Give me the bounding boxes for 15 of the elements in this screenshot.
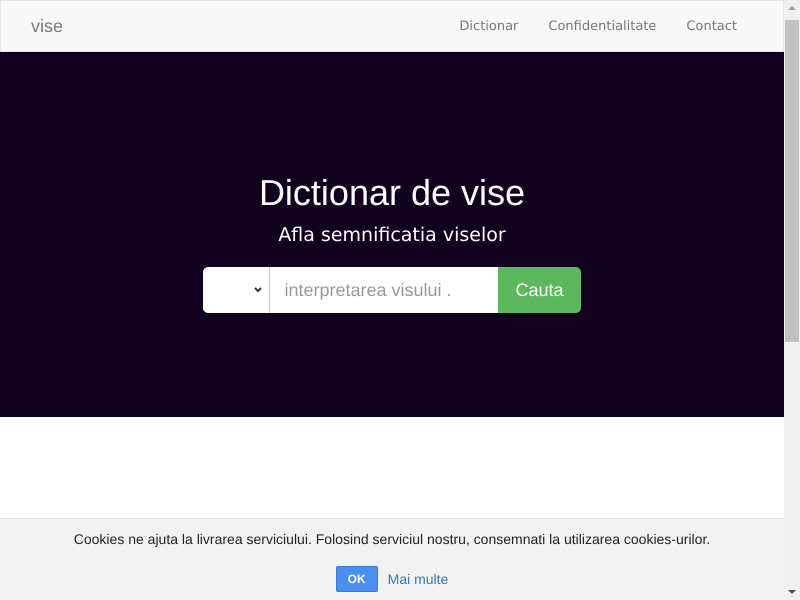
search-field[interactable]: interpretarea visului . <box>270 267 498 313</box>
more-link[interactable]: Mai multe <box>388 571 448 587</box>
nav-link[interactable]: Dictionar <box>459 18 518 34</box>
category-dropdown[interactable] <box>203 267 270 313</box>
nav-link[interactable]: Confidentialitate <box>548 18 656 34</box>
brand-link[interactable]: vise <box>31 16 64 36</box>
hero-subtitle: Afla semnificatia viselor <box>278 224 506 246</box>
cookie-message: Cookies ne ajuta la livrarea serviciului. Folosind serviciul nostru, consemnati la utilizarea cookies-urilor. <box>74 531 710 547</box>
hero-title: Dictionar de vise <box>258 172 526 214</box>
scroll-thumb[interactable] <box>785 20 799 342</box>
nav-link[interactable]: Contact <box>686 18 737 34</box>
ok-button[interactable]: OK <box>336 566 378 592</box>
chevron-down-icon <box>253 286 264 294</box>
scrollbar[interactable] <box>784 0 800 600</box>
search-button[interactable]: Cauta <box>498 267 581 313</box>
